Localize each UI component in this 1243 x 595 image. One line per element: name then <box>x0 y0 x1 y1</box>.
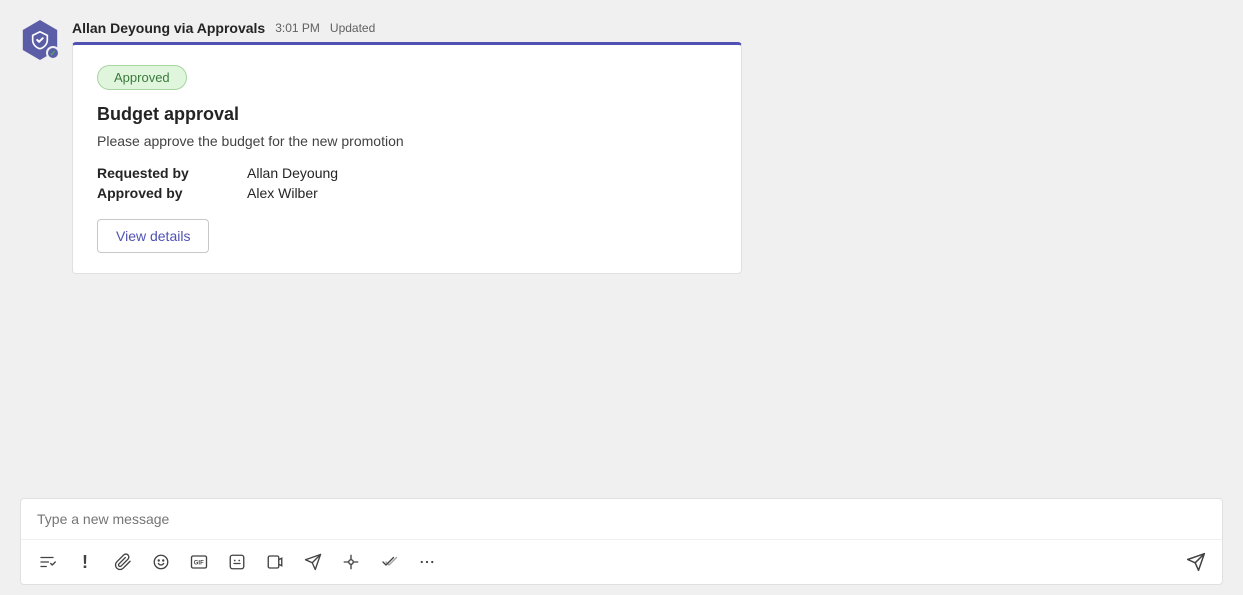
sender-name: Allan Deyoung via Approvals <box>72 20 265 36</box>
approved-by-value: Alex Wilber <box>247 185 717 201</box>
message-updated: Updated <box>330 21 375 35</box>
message-toolbar: ! GIF <box>21 539 1222 584</box>
card-fields: Requested by Allan Deyoung Approved by A… <box>97 165 717 201</box>
message-input-box: ! GIF <box>20 498 1223 585</box>
message-input[interactable] <box>21 499 1222 539</box>
chat-area: ✓ Allan Deyoung via Approvals 3:01 PM Up… <box>0 0 1243 498</box>
requested-by-label: Requested by <box>97 165 247 181</box>
approved-by-label: Approved by <box>97 185 247 201</box>
format-icon[interactable] <box>31 546 63 578</box>
avatar: ✓ <box>20 20 60 60</box>
svg-text:GIF: GIF <box>194 560 204 566</box>
more-options-icon[interactable] <box>411 546 443 578</box>
message-input-area: ! GIF <box>0 498 1243 595</box>
card-description: Please approve the budget for the new pr… <box>97 133 717 149</box>
attach-icon[interactable] <box>107 546 139 578</box>
requested-by-value: Allan Deyoung <box>247 165 717 181</box>
loop-icon[interactable] <box>335 546 367 578</box>
send-button[interactable] <box>1180 546 1212 578</box>
important-icon[interactable]: ! <box>69 546 101 578</box>
message-time: 3:01 PM <box>275 21 320 35</box>
message-container: Allan Deyoung via Approvals 3:01 PM Upda… <box>72 20 1223 488</box>
status-badge: Approved <box>97 65 187 90</box>
card-title: Budget approval <box>97 104 717 125</box>
avatar-status-badge: ✓ <box>46 46 60 60</box>
meeting-icon[interactable] <box>259 546 291 578</box>
approvals-toolbar-icon[interactable] <box>373 546 405 578</box>
approval-card: Approved Budget approval Please approve … <box>72 42 742 274</box>
sticker-icon[interactable] <box>221 546 253 578</box>
view-details-button[interactable]: View details <box>97 219 209 253</box>
gif-icon[interactable]: GIF <box>183 546 215 578</box>
message-header: Allan Deyoung via Approvals 3:01 PM Upda… <box>72 20 1223 36</box>
send-scheduled-icon[interactable] <box>297 546 329 578</box>
emoji-icon[interactable] <box>145 546 177 578</box>
